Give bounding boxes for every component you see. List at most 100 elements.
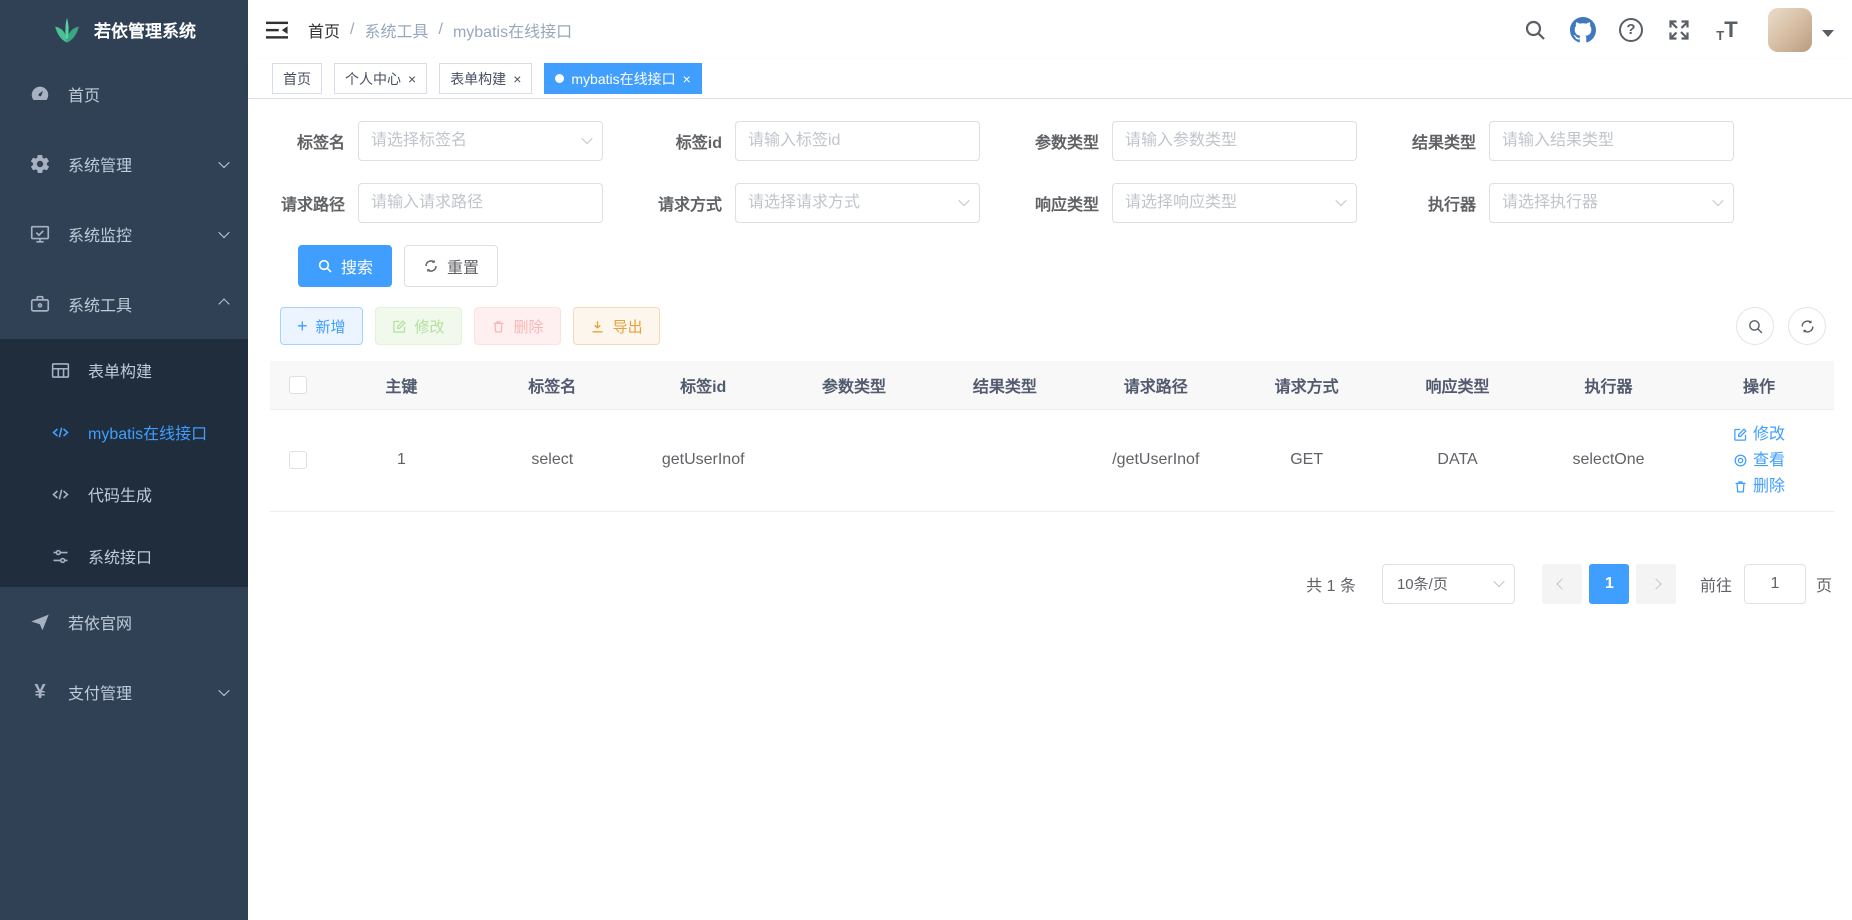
delete-button[interactable]: 删除 [474, 307, 561, 345]
field-label: 响应类型 [1024, 191, 1112, 215]
tabs-bar: 首页 个人中心 × 表单构建 × mybatis在线接口 × [248, 59, 1852, 99]
next-page-button[interactable] [1636, 564, 1676, 604]
toggle-search-button[interactable] [1736, 307, 1774, 345]
navbar-actions: ? TT [1522, 8, 1834, 52]
download-icon [590, 319, 605, 334]
sidebar-item-official-site[interactable]: 若依官网 [0, 587, 248, 657]
sidebar-item-system-tools[interactable]: 系统工具 [0, 269, 248, 339]
app-window: 若依管理系统 首页 系统管理 [0, 0, 1852, 920]
goto-page-input[interactable] [1744, 564, 1806, 604]
help-icon[interactable]: ? [1618, 17, 1644, 43]
sidebar-collapse-icon[interactable] [266, 18, 290, 42]
cell-tag-id: getUserInof [628, 409, 779, 511]
close-icon[interactable]: × [513, 71, 521, 87]
search-actions: 搜索 重置 [298, 245, 1834, 287]
row-edit-link[interactable]: 修改 [1733, 423, 1785, 446]
field-label: 结果类型 [1401, 129, 1489, 153]
table-toolbar: + 新增 修改 [280, 307, 1834, 345]
column-header: 参数类型 [779, 361, 930, 409]
row-checkbox[interactable] [289, 451, 307, 469]
edit-button[interactable]: 修改 [375, 307, 462, 345]
sliders-icon [48, 544, 72, 568]
close-icon[interactable]: × [408, 71, 416, 87]
add-button-label: 新增 [316, 316, 346, 337]
field-label: 请求路径 [270, 191, 358, 215]
breadcrumb: 首页 / 系统工具 / mybatis在线接口 [308, 18, 572, 42]
pagination-total: 共 1 条 [1306, 572, 1356, 596]
chevron-down-icon [218, 685, 229, 696]
sidebar-item-system-manage[interactable]: 系统管理 [0, 129, 248, 199]
delete-button-label: 删除 [514, 316, 544, 337]
sidebar-item-payment[interactable]: ¥ 支付管理 [0, 657, 248, 727]
tab-form-builder[interactable]: 表单构建 × [439, 63, 532, 94]
tab-label: 首页 [283, 69, 311, 89]
fullscreen-icon[interactable] [1666, 17, 1692, 43]
user-menu[interactable] [1768, 8, 1834, 52]
export-button-label: 导出 [613, 316, 643, 337]
tab-mybatis-api[interactable]: mybatis在线接口 × [544, 63, 701, 94]
column-header: 请求路径 [1080, 361, 1231, 409]
field-label: 执行器 [1401, 191, 1489, 215]
close-icon[interactable]: × [683, 71, 691, 87]
monitor-icon [28, 222, 52, 246]
select-all-checkbox[interactable] [289, 376, 307, 394]
edit-button-label: 修改 [415, 316, 445, 337]
search-form-row-2: 请求路径 请求方式 响应类型 [270, 183, 1834, 223]
yen-icon: ¥ [28, 680, 52, 704]
field-label: 标签名 [270, 129, 358, 153]
sidebar-item-form-builder[interactable]: 表单构建 [0, 339, 248, 401]
add-button[interactable]: + 新增 [280, 307, 363, 345]
sidebar-item-system-api[interactable]: 系统接口 [0, 525, 248, 587]
sidebar-item-home[interactable]: 首页 [0, 59, 248, 129]
export-button[interactable]: 导出 [573, 307, 660, 345]
search-button-label: 搜索 [341, 254, 373, 278]
app-title: 若依管理系统 [94, 17, 196, 42]
sidebar-item-label: 系统工具 [68, 292, 220, 316]
row-delete-link[interactable]: 删除 [1733, 475, 1785, 498]
reset-button[interactable]: 重置 [404, 245, 498, 287]
sidebar-item-mybatis-api[interactable]: mybatis在线接口 [0, 401, 248, 463]
request-path-input[interactable] [358, 183, 603, 223]
page-content: 标签名 标签id 参数类型 [248, 99, 1852, 920]
breadcrumb-system-tools: 系统工具 [364, 18, 428, 42]
table-grid-icon [48, 358, 72, 382]
sidebar-item-label: 系统接口 [88, 544, 228, 568]
refresh-button[interactable] [1788, 307, 1826, 345]
tag-name-select[interactable] [358, 121, 603, 161]
font-size-icon[interactable]: TT [1714, 17, 1740, 43]
search-button[interactable]: 搜索 [298, 245, 392, 287]
sidebar-item-code-gen[interactable]: 代码生成 [0, 463, 248, 525]
sidebar-item-label: 首页 [68, 82, 228, 106]
column-header: 执行器 [1533, 361, 1684, 409]
request-method-select[interactable] [735, 183, 980, 223]
edit-icon [392, 319, 407, 334]
cell-request-method: GET [1231, 409, 1382, 511]
app-logo[interactable]: 若依管理系统 [0, 0, 248, 59]
sidebar-item-label: mybatis在线接口 [88, 420, 228, 444]
column-header: 响应类型 [1382, 361, 1533, 409]
avatar[interactable] [1768, 8, 1812, 52]
table-row[interactable]: 1 select getUserInof /getUserInof GET DA… [270, 409, 1834, 511]
table-header-row: 主键 标签名 标签id 参数类型 结果类型 请求路径 请求方式 响应类型 执行器… [270, 361, 1834, 409]
form-item-response-type: 响应类型 [1024, 183, 1401, 223]
tab-home[interactable]: 首页 [272, 63, 322, 94]
result-type-input[interactable] [1489, 121, 1734, 161]
response-type-select[interactable] [1112, 183, 1357, 223]
top-navbar: 首页 / 系统工具 / mybatis在线接口 ? [248, 0, 1852, 59]
sidebar-item-system-monitor[interactable]: 系统监控 [0, 199, 248, 269]
github-icon[interactable] [1570, 17, 1596, 43]
page-size-select[interactable]: 10条/页 [1382, 564, 1515, 604]
page-number-1[interactable]: 1 [1589, 564, 1629, 604]
tab-profile[interactable]: 个人中心 × [334, 63, 427, 94]
sidebar-item-label: 代码生成 [88, 482, 228, 506]
breadcrumb-home[interactable]: 首页 [308, 18, 340, 42]
param-type-input[interactable] [1112, 121, 1357, 161]
data-table: 主键 标签名 标签id 参数类型 结果类型 请求路径 请求方式 响应类型 执行器… [270, 361, 1834, 512]
executor-select[interactable] [1489, 183, 1734, 223]
row-view-link[interactable]: 查看 [1733, 449, 1785, 472]
search-icon[interactable] [1522, 17, 1548, 43]
tag-id-input[interactable] [735, 121, 980, 161]
prev-page-button[interactable] [1542, 564, 1582, 604]
toolbox-icon [28, 292, 52, 316]
main-panel: 首页 / 系统工具 / mybatis在线接口 ? [248, 0, 1852, 920]
